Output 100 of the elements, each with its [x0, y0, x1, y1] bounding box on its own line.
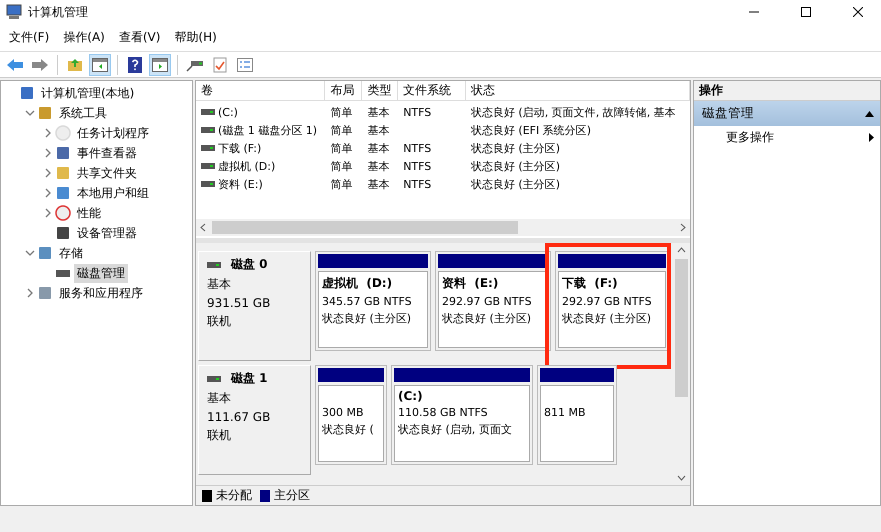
- tree-item[interactable]: 性能: [74, 204, 104, 222]
- collapsed-chevron-icon[interactable]: [43, 128, 53, 138]
- checklist-icon: [237, 58, 253, 72]
- menu-item[interactable]: 帮助(H): [167, 29, 224, 46]
- disk-status: 联机: [207, 427, 232, 444]
- maximize-icon: [801, 7, 811, 17]
- legend-label: 未分配: [216, 487, 252, 504]
- table-cell: 简单: [330, 176, 352, 192]
- table-cell: 状态良好 (主分区): [470, 176, 560, 192]
- document-check-icon: [213, 56, 227, 72]
- table-cell: NTFS: [403, 160, 432, 172]
- collapsed-chevron-icon[interactable]: [43, 188, 53, 198]
- table-cell: 状态良好 (EFI 系统分区): [470, 122, 592, 138]
- table-cell: 状态良好 (启动, 页面文件, 故障转储, 基本: [470, 104, 676, 120]
- column-header[interactable]: 卷: [196, 81, 326, 100]
- disk-status: 联机: [207, 313, 232, 330]
- tree-item[interactable]: 存储: [56, 244, 86, 262]
- help-icon: [128, 56, 142, 72]
- partition-size: 345.57 GB NTFS: [322, 295, 413, 308]
- expanded-chevron-icon[interactable]: [25, 108, 35, 118]
- action-item[interactable]: 更多操作: [694, 126, 880, 148]
- partition-size: 110.58 GB NTFS: [398, 406, 489, 419]
- close-icon: [853, 7, 863, 17]
- disk-name: 磁盘 0: [231, 256, 268, 273]
- table-cell: 简单: [330, 140, 352, 156]
- tree-item[interactable]: 磁盘管理: [74, 264, 128, 282]
- tree-item[interactable]: 系统工具: [56, 104, 110, 122]
- table-cell: 状态良好 (主分区): [470, 140, 560, 156]
- tree-item[interactable]: 本地用户和组: [74, 184, 152, 202]
- table-cell: 基本: [367, 104, 390, 120]
- tree-item[interactable]: 服务和应用程序: [56, 284, 146, 302]
- disk-type: 基本: [207, 276, 232, 293]
- expanded-chevron-icon[interactable]: [25, 248, 35, 258]
- back-arrow-icon: [6, 58, 24, 72]
- drive-icon: [207, 260, 221, 268]
- scrollbar-thumb[interactable]: [212, 221, 518, 234]
- partition-name: (C:): [398, 389, 424, 403]
- table-cell: 基本: [367, 158, 390, 174]
- table-cell: NTFS: [403, 142, 432, 154]
- drive-icon: [201, 162, 215, 170]
- column-header[interactable]: 文件系统: [398, 81, 466, 100]
- tree-item[interactable]: 共享文件夹: [74, 164, 140, 182]
- menu-item[interactable]: 操作(A): [56, 29, 112, 46]
- table-cell: 虚拟机 (D:): [218, 158, 276, 174]
- toolbar-button[interactable]: [149, 54, 171, 76]
- collapse-icon: [865, 110, 874, 116]
- computer-management-icon: [6, 4, 22, 20]
- actions-group-header[interactable]: 磁盘管理: [694, 101, 880, 126]
- toolbar-button[interactable]: [89, 54, 111, 76]
- submenu-arrow-icon: [869, 132, 874, 142]
- table-cell: 资料 (E:): [218, 176, 263, 192]
- menu-item[interactable]: 文件(F): [2, 29, 56, 46]
- partition-status: 状态良好 (启动, 页面文: [398, 422, 513, 437]
- column-header[interactable]: 状态: [466, 81, 690, 100]
- tree-item[interactable]: 计算机管理(本地): [38, 84, 138, 102]
- column-header[interactable]: 布局: [325, 81, 362, 100]
- scroll-right-icon[interactable]: [680, 223, 686, 232]
- partition-block[interactable]: 资料 (E:) 292.97 GB NTFS 状态良好 (主分区): [435, 251, 551, 351]
- scroll-left-icon[interactable]: [200, 223, 206, 232]
- partition-size: 811 MB: [544, 406, 587, 419]
- collapsed-chevron-icon[interactable]: [25, 288, 35, 298]
- folder-up-icon: [67, 58, 83, 72]
- partition-name: 虚拟机 (D:): [322, 275, 394, 292]
- partition-name: 资料 (E:): [442, 275, 500, 292]
- partition-name: 下载 (F:): [562, 275, 619, 292]
- partition-block[interactable]: 811 MB: [537, 365, 617, 465]
- actions-title: 操作: [694, 81, 880, 101]
- partition-block[interactable]: 下载 (F:) 292.97 GB NTFS 状态良好 (主分区): [555, 251, 669, 351]
- table-cell: (磁盘 1 磁盘分区 1): [218, 122, 318, 138]
- drive-icon: [201, 180, 215, 188]
- table-cell: 简单: [330, 158, 352, 174]
- scroll-down-icon[interactable]: [677, 475, 686, 481]
- collapsed-chevron-icon[interactable]: [43, 168, 53, 178]
- partition-block[interactable]: (C:) 110.58 GB NTFS 状态良好 (启动, 页面文: [391, 365, 533, 465]
- table-cell: 简单: [330, 104, 352, 120]
- drive-icon: [201, 144, 215, 152]
- tree-item[interactable]: 任务计划程序: [74, 124, 152, 142]
- table-cell: (C:): [218, 106, 238, 118]
- partition-block[interactable]: 300 MB 状态良好 (: [315, 365, 387, 465]
- partition-size: 300 MB: [322, 406, 365, 419]
- table-cell: 基本: [367, 176, 390, 192]
- drive-icon: [201, 126, 215, 134]
- table-cell: 基本: [367, 140, 390, 156]
- tree-item[interactable]: 事件查看器: [74, 144, 140, 162]
- table-cell: 下载 (F:): [218, 140, 262, 156]
- partition-block[interactable]: 虚拟机 (D:) 345.57 GB NTFS 状态良好 (主分区): [315, 251, 431, 351]
- partition-size: 292.97 GB NTFS: [562, 295, 653, 308]
- scrollbar-thumb[interactable]: [675, 259, 688, 397]
- table-cell: 基本: [367, 122, 390, 138]
- collapsed-chevron-icon[interactable]: [43, 148, 53, 158]
- menu-item[interactable]: 查看(V): [112, 29, 168, 46]
- tree-item[interactable]: 设备管理器: [74, 224, 140, 242]
- collapsed-chevron-icon[interactable]: [43, 208, 53, 218]
- partition-status: 状态良好 (主分区): [322, 311, 412, 326]
- column-header[interactable]: 类型: [362, 81, 398, 100]
- disk-size: 111.67 GB: [207, 410, 272, 424]
- table-cell: 状态良好 (主分区): [470, 158, 560, 174]
- legend-label: 主分区: [274, 487, 310, 504]
- scroll-up-icon[interactable]: [677, 247, 686, 253]
- table-cell: 简单: [330, 122, 352, 138]
